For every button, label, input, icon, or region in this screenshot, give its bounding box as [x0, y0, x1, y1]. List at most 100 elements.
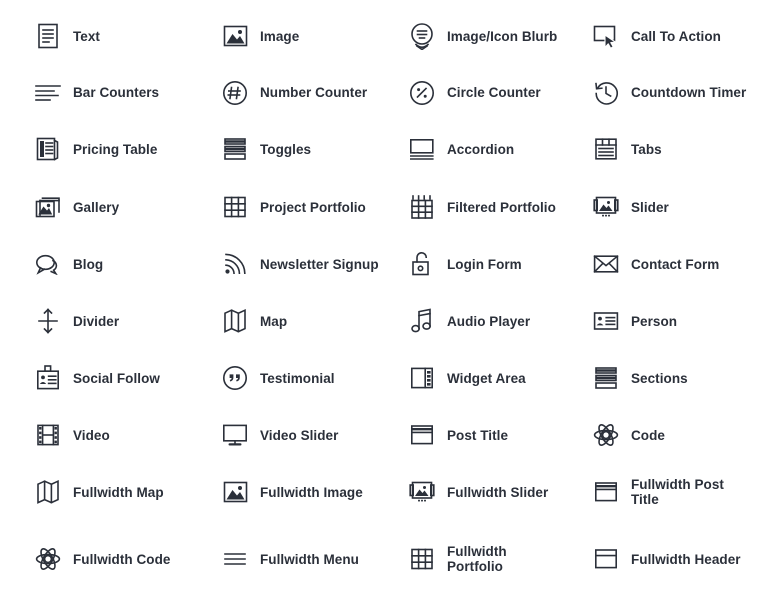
slider-image-icon: [407, 477, 437, 507]
image-icon: [220, 21, 250, 51]
module-label: Person: [631, 313, 678, 329]
module-item[interactable]: Video Slider: [220, 413, 406, 457]
module-item[interactable]: Testimonial: [220, 356, 406, 400]
module-label: Bar Counters: [73, 85, 160, 100]
module-label: Newsletter Signup: [260, 256, 379, 272]
folded-map-icon: [220, 306, 250, 336]
module-label: Post Title: [447, 427, 509, 443]
module-label: Tabs: [631, 141, 662, 157]
module-label: Accordion: [447, 141, 515, 157]
id-card-icon: [591, 306, 621, 336]
module-item[interactable]: Login Form: [407, 242, 589, 286]
module-label: Code: [631, 427, 665, 443]
module-item[interactable]: Person: [591, 299, 768, 343]
grid-table-icon: [220, 192, 250, 222]
blurb-speech-badge-icon: [407, 21, 437, 51]
cursor-click-box-icon: [591, 21, 621, 51]
module-item[interactable]: Post Title: [407, 413, 589, 457]
module-item[interactable]: Call To Action: [591, 14, 768, 58]
header-box-icon: [591, 544, 621, 574]
atom-code-icon: [33, 544, 63, 574]
module-item[interactable]: Fullwidth Post Title: [591, 470, 768, 514]
module-label: Blog: [73, 256, 104, 272]
module-item[interactable]: Social Follow: [33, 356, 219, 400]
module-label: Fullwidth Portfolio: [447, 544, 507, 574]
module-item[interactable]: Blog: [33, 242, 219, 286]
post-title-box-icon: [407, 420, 437, 450]
module-label: Video: [73, 427, 110, 443]
music-note-icon: [407, 306, 437, 336]
module-item[interactable]: Countdown Timer: [591, 71, 768, 115]
module-label: Slider: [631, 199, 669, 215]
module-item[interactable]: Slider: [591, 185, 768, 229]
module-item[interactable]: Gallery: [33, 185, 219, 229]
grid-table-icon: [407, 544, 437, 574]
module-item[interactable]: Tabs: [591, 127, 768, 171]
module-item[interactable]: Image/Icon Blurb: [407, 14, 589, 58]
module-label: Countdown Timer: [631, 85, 747, 100]
hamburger-menu-icon: [220, 544, 250, 574]
module-grid: Text Image Image/Icon Blurb Call To Action B…: [0, 0, 768, 599]
module-item[interactable]: Code: [591, 413, 768, 457]
gallery-stack-icon: [33, 192, 63, 222]
speech-bubbles-icon: [33, 249, 63, 279]
module-item[interactable]: Map: [220, 299, 406, 343]
module-item[interactable]: Fullwidth Menu: [220, 537, 406, 581]
percent-circle-icon: [407, 78, 437, 108]
module-item[interactable]: Fullwidth Header: [591, 537, 768, 581]
module-label: Fullwidth Menu: [260, 551, 359, 567]
module-label: Gallery: [73, 199, 120, 215]
module-label: Image: [260, 28, 300, 44]
module-item[interactable]: Accordion: [407, 127, 589, 171]
module-label: Number Counter: [260, 85, 368, 100]
monitor-icon: [220, 420, 250, 450]
padlock-open-icon: [407, 249, 437, 279]
module-label: Video Slider: [260, 427, 339, 443]
folded-map-icon: [33, 477, 63, 507]
module-label: Fullwidth Slider: [447, 484, 549, 500]
bar-counters-icon: [33, 78, 63, 108]
module-item[interactable]: Fullwidth Image: [220, 470, 406, 514]
sections-stack-icon: [591, 363, 621, 393]
module-item[interactable]: Audio Player: [407, 299, 589, 343]
module-item[interactable]: Fullwidth Map: [33, 470, 219, 514]
slider-image-icon: [591, 192, 621, 222]
module-item[interactable]: Widget Area: [407, 356, 589, 400]
module-label: Fullwidth Image: [260, 484, 363, 500]
module-label: Fullwidth Header: [631, 551, 741, 567]
module-item[interactable]: Text: [33, 14, 219, 58]
module-item[interactable]: Bar Counters: [33, 71, 219, 115]
module-item[interactable]: Video: [33, 413, 219, 457]
module-item[interactable]: Sections: [591, 356, 768, 400]
tabs-icon: [591, 134, 621, 164]
module-label: Text: [73, 28, 100, 44]
module-label: Circle Counter: [447, 85, 541, 100]
module-item[interactable]: Project Portfolio: [220, 185, 406, 229]
module-label: Map: [260, 313, 288, 329]
image-icon: [220, 477, 250, 507]
module-item[interactable]: Toggles: [220, 127, 406, 171]
module-item[interactable]: Fullwidth Slider: [407, 470, 589, 514]
module-item[interactable]: Divider: [33, 299, 219, 343]
envelope-icon: [591, 249, 621, 279]
module-item[interactable]: Image: [220, 14, 406, 58]
badge-id-clip-icon: [33, 363, 63, 393]
rss-signal-icon: [220, 249, 250, 279]
module-item[interactable]: Circle Counter: [407, 71, 589, 115]
module-item[interactable]: Newsletter Signup: [220, 242, 406, 286]
quote-circle-icon: [220, 363, 250, 393]
module-label: Image/Icon Blurb: [447, 28, 558, 44]
module-label: Toggles: [260, 141, 312, 157]
module-label: Pricing Table: [73, 141, 158, 157]
clock-rewind-icon: [591, 78, 621, 108]
hash-circle-icon: [220, 78, 250, 108]
module-item[interactable]: Pricing Table: [33, 127, 219, 171]
module-item[interactable]: Filtered Portfolio: [407, 185, 589, 229]
module-item[interactable]: Number Counter: [220, 71, 406, 115]
module-item[interactable]: Contact Form: [591, 242, 768, 286]
module-label: Audio Player: [447, 313, 531, 329]
module-item[interactable]: Fullwidth Portfolio: [407, 537, 589, 581]
module-item[interactable]: Fullwidth Code: [33, 537, 219, 581]
module-label: Call To Action: [631, 28, 721, 44]
module-label: Testimonial: [260, 370, 335, 386]
